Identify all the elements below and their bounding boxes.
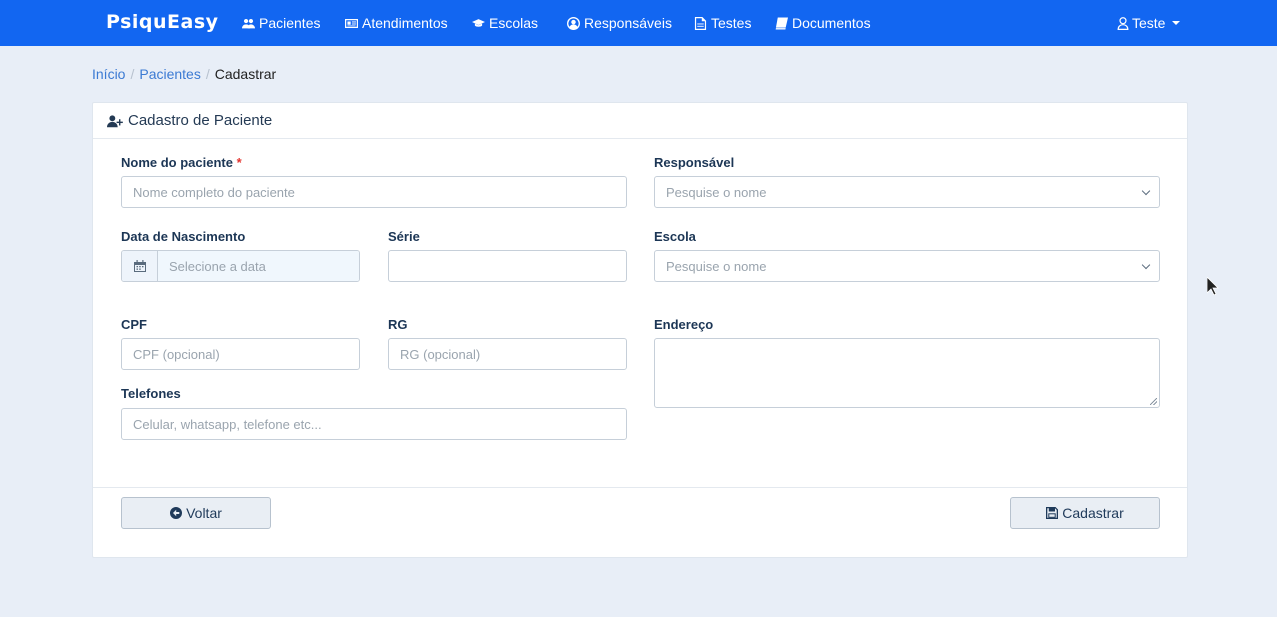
user-circle-icon [567, 16, 580, 30]
escola-label: Escola [654, 229, 696, 244]
patient-form-card: Cadastro de Paciente Nome do paciente * … [92, 102, 1188, 558]
rg-placeholder: RG (opcional) [400, 346, 481, 362]
save-icon [1046, 507, 1059, 519]
id-card-icon [345, 18, 358, 28]
rg-input[interactable]: RG (opcional) [388, 338, 627, 370]
mouse-cursor-icon [1207, 277, 1219, 295]
nav-item-escolas[interactable]: Escolas [472, 15, 538, 31]
card-title: Cadastro de Paciente [128, 112, 273, 129]
endereco-textarea[interactable] [654, 338, 1160, 408]
responsavel-select[interactable]: Pesquise o nome [654, 176, 1160, 208]
nav-item-documentos[interactable]: Documentos [775, 15, 871, 31]
nascimento-datepicker[interactable]: Selecione a data [121, 250, 360, 282]
user-name: Teste [1132, 15, 1166, 31]
nome-input[interactable]: Nome completo do paciente [121, 176, 627, 208]
required-mark: * [236, 155, 242, 170]
responsavel-placeholder: Pesquise o nome [666, 184, 767, 200]
graduation-cap-icon [472, 18, 485, 27]
nav-item-responsaveis[interactable]: Responsáveis [567, 15, 672, 31]
brand-logo[interactable]: PsiquEasy [106, 11, 219, 33]
file-icon [694, 16, 707, 30]
cpf-input[interactable]: CPF (opcional) [121, 338, 360, 370]
serie-input[interactable] [388, 250, 627, 282]
nome-label: Nome do paciente * [121, 155, 242, 170]
nav-item-label: Documentos [792, 15, 871, 31]
nascimento-label: Data de Nascimento [121, 229, 246, 244]
users-icon [242, 18, 255, 28]
escola-select[interactable]: Pesquise o nome [654, 250, 1160, 282]
nav-item-label: Atendimentos [362, 15, 448, 31]
breadcrumb-current: Cadastrar [214, 66, 277, 82]
cpf-label: CPF [121, 317, 147, 332]
nascimento-input[interactable]: Selecione a data [158, 251, 359, 281]
nav-item-label: Pacientes [259, 15, 321, 31]
nome-label-text: Nome do paciente [121, 155, 233, 170]
chevron-down-icon [1141, 260, 1151, 269]
nav-item-pacientes[interactable]: Pacientes [242, 15, 320, 31]
arrow-circle-left-icon [170, 507, 183, 519]
submit-button[interactable]: Cadastrar [1010, 497, 1160, 529]
caret-down-icon [1172, 21, 1181, 25]
escola-placeholder: Pesquise o nome [666, 258, 767, 274]
breadcrumb: Início / Pacientes / Cadastrar [92, 66, 276, 82]
back-button[interactable]: Voltar [121, 497, 271, 529]
telefones-input[interactable]: Celular, whatsapp, telefone etc... [121, 408, 627, 440]
endereco-label: Endereço [654, 317, 714, 332]
nascimento-placeholder: Selecione a data [169, 258, 266, 274]
cpf-placeholder: CPF (opcional) [133, 346, 220, 362]
user-icon [1117, 16, 1129, 30]
breadcrumb-separator: / [130, 66, 135, 82]
user-plus-icon [107, 114, 123, 127]
user-menu[interactable]: Teste [1117, 15, 1181, 31]
nav-item-label: Responsáveis [584, 15, 672, 31]
telefones-placeholder: Celular, whatsapp, telefone etc... [133, 416, 322, 432]
breadcrumb-separator: / [205, 66, 210, 82]
responsavel-label: Responsável [654, 155, 735, 170]
nome-placeholder: Nome completo do paciente [133, 184, 295, 200]
telefones-label: Telefones [121, 386, 181, 401]
rg-label: RG [388, 317, 408, 332]
breadcrumb-link-pacientes[interactable]: Pacientes [139, 66, 200, 82]
resize-handle-icon[interactable] [1150, 398, 1157, 405]
nav-item-atendimentos[interactable]: Atendimentos [345, 15, 448, 31]
top-navbar: PsiquEasy Pacientes Atendimentos Escolas… [0, 0, 1277, 46]
card-footer-divider [93, 487, 1187, 488]
serie-label: Série [388, 229, 420, 244]
submit-button-label: Cadastrar [1062, 505, 1124, 521]
nav-item-testes[interactable]: Testes [694, 15, 751, 31]
back-button-label: Voltar [186, 505, 222, 521]
breadcrumb-link-inicio[interactable]: Início [92, 66, 125, 82]
card-header: Cadastro de Paciente [93, 103, 1187, 139]
calendar-icon [133, 260, 146, 272]
nav-item-label: Testes [711, 15, 752, 31]
chevron-down-icon [1141, 186, 1151, 195]
calendar-button[interactable] [122, 251, 158, 281]
book-icon [775, 16, 788, 30]
nav-item-label: Escolas [489, 15, 539, 31]
